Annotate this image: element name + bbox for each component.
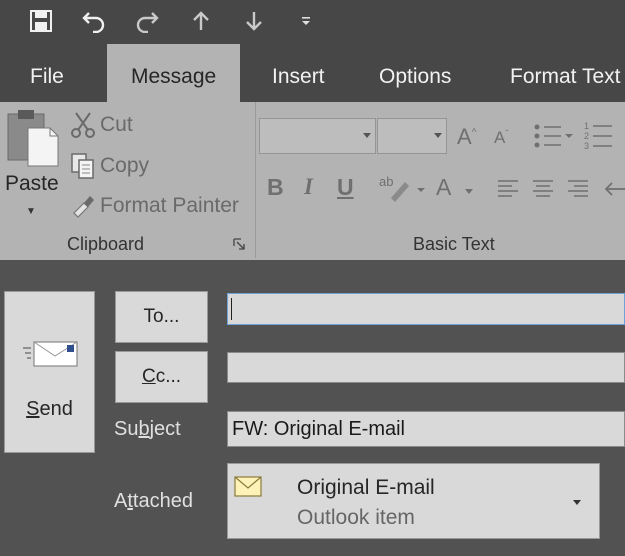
compose-area: Send To... Cc... Subject FW: Original E-…	[0, 260, 625, 556]
basic-text-group-label: Basic Text	[413, 234, 495, 254]
send-envelope-icon	[23, 341, 78, 367]
cut-button[interactable]: Cut	[68, 107, 133, 143]
chevron-down-icon	[434, 133, 442, 138]
shrink-font-button[interactable]: Aˇ	[494, 128, 508, 148]
previous-item-button[interactable]	[185, 6, 217, 36]
shrink-font-label: A	[494, 128, 506, 147]
ribbon-tabs: File Message Insert Options Format Text	[0, 44, 625, 102]
svg-text:1: 1	[584, 121, 589, 131]
font-name-combo[interactable]	[259, 118, 376, 154]
italic-button[interactable]: I	[304, 174, 313, 200]
format-painter-label: Format Painter	[100, 194, 239, 217]
align-right-button[interactable]	[567, 178, 589, 200]
cut-label: Cut	[100, 113, 133, 136]
scissors-icon	[68, 110, 98, 140]
font-size-combo[interactable]	[377, 118, 447, 154]
customize-qat-icon	[302, 17, 310, 25]
copy-icon	[68, 151, 98, 181]
highlight-button[interactable]: ab	[379, 172, 427, 204]
bullets-button[interactable]	[533, 122, 573, 152]
subject-input[interactable]: FW: Original E-mail	[227, 411, 625, 447]
subject-label: Subject	[114, 418, 181, 440]
redo-button[interactable]	[131, 6, 163, 36]
mail-item-icon	[234, 476, 262, 497]
chevron-down-icon	[363, 133, 371, 138]
tab-message[interactable]: Message	[107, 44, 241, 102]
dialog-launcher-icon[interactable]	[233, 238, 246, 251]
down-arrow-icon	[246, 12, 262, 31]
save-button[interactable]	[25, 6, 57, 36]
grow-font-button[interactable]: A^	[457, 124, 476, 150]
paintbrush-icon	[68, 191, 98, 221]
text-caret	[231, 298, 232, 320]
copy-label: Copy	[100, 154, 150, 177]
svg-text:2: 2	[584, 131, 589, 141]
paste-button[interactable]: Paste ▼	[0, 102, 62, 227]
group-divider	[255, 102, 256, 258]
send-button[interactable]: Send	[4, 291, 95, 453]
customize-qat-button[interactable]	[290, 6, 322, 36]
cc-input[interactable]	[227, 352, 625, 383]
undo-icon	[82, 12, 105, 33]
highlight-icon: ab	[379, 174, 393, 189]
to-button[interactable]: To...	[115, 291, 208, 343]
format-painter-button[interactable]: Format Painter	[68, 188, 239, 224]
font-color-button[interactable]: A	[436, 174, 451, 201]
paste-label: Paste	[5, 172, 59, 195]
font-color-label: A	[436, 174, 452, 200]
font-color-dropdown-icon[interactable]	[464, 188, 474, 196]
subject-value: FW: Original E-mail	[232, 418, 405, 440]
numbering-button[interactable]: 1 2 3	[584, 120, 625, 152]
align-left-button[interactable]	[497, 178, 519, 200]
up-arrow-icon	[193, 11, 209, 30]
redo-icon	[136, 12, 159, 33]
grow-font-label: A	[457, 124, 472, 149]
tab-options[interactable]: Options	[355, 44, 475, 102]
attachment-name: Original E-mail	[297, 476, 435, 499]
underline-button[interactable]: U	[337, 174, 354, 201]
send-label: Send	[26, 398, 73, 420]
save-icon	[30, 10, 52, 32]
ribbon: Paste ▼ Cut Copy Format Painter Clipboar…	[0, 102, 625, 260]
tab-format-text[interactable]: Format Text	[486, 44, 625, 102]
paste-dropdown-icon[interactable]: ▼	[26, 206, 36, 217]
svg-text:3: 3	[584, 141, 589, 151]
bold-button[interactable]: B	[267, 174, 284, 201]
tab-file[interactable]: File	[6, 44, 88, 102]
next-item-button[interactable]	[238, 6, 270, 36]
clipboard-icon	[7, 110, 59, 167]
attachment-type: Outlook item	[297, 506, 415, 529]
clipboard-group-label: Clipboard	[67, 234, 145, 254]
decrease-indent-button[interactable]	[604, 178, 625, 200]
tab-insert[interactable]: Insert	[248, 44, 349, 102]
attachment-item[interactable]: Original E-mail Outlook item	[227, 463, 600, 539]
cc-button[interactable]: Cc...	[115, 351, 208, 403]
to-input[interactable]	[227, 293, 625, 325]
align-center-button[interactable]	[532, 178, 554, 200]
attached-label: Attached	[114, 490, 193, 512]
undo-button[interactable]	[78, 6, 110, 36]
copy-button[interactable]: Copy	[68, 148, 149, 184]
chevron-down-icon[interactable]	[573, 500, 581, 505]
quick-access-toolbar	[0, 0, 625, 44]
